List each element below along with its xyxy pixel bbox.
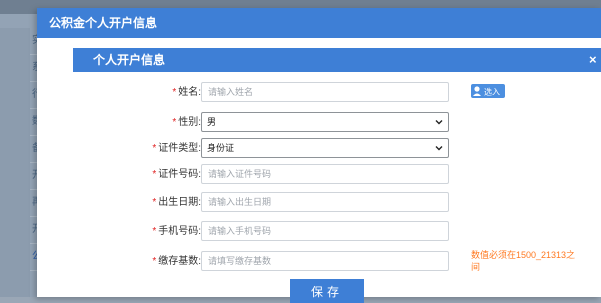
id-type-row: * 证件类型: 身份证 — [73, 138, 601, 160]
id-number-label: * 证件号码: — [152, 164, 201, 186]
deposit-base-label-text: 缴存基数: — [158, 256, 201, 267]
name-row: *姓名: 选入 — [73, 82, 601, 104]
background-strip — [0, 28, 30, 297]
id-type-select[interactable]: 身份证 — [201, 138, 449, 158]
deposit-base-label: * 缴存基数: — [152, 251, 201, 273]
required-mark: * — [152, 226, 157, 237]
chevron-down-icon — [435, 146, 443, 151]
chevron-down-icon — [435, 120, 443, 125]
gender-select-box[interactable]: 男 — [201, 112, 449, 132]
gender-select[interactable]: 男 — [201, 112, 449, 132]
import-button-label: 选入 — [484, 87, 500, 97]
phone-input[interactable] — [201, 221, 449, 241]
required-mark: * — [152, 143, 157, 154]
id-type-label: * 证件类型: — [152, 138, 201, 160]
name-label: * 姓名: — [172, 82, 201, 104]
deposit-base-row: *缴存基数: 数值必须在1500_21313之间 — [73, 250, 601, 273]
birth-date-row: * 出生日期: — [73, 192, 601, 214]
gender-label: * 性别: — [172, 112, 201, 134]
id-type-select-box[interactable]: 身份证 — [201, 138, 449, 158]
required-mark: * — [152, 197, 157, 208]
inner-dialog-title: 个人开户信息 — [93, 53, 166, 67]
deposit-base-hint: 数值必须在1500_21313之间 — [471, 250, 576, 272]
phone-row: * 手机号码: — [73, 221, 601, 243]
close-icon[interactable]: × — [589, 48, 601, 72]
gender-label-text: 性别: — [178, 117, 201, 128]
name-label-text: 姓名: — [178, 87, 201, 98]
birth-date-label-text: 出生日期: — [158, 197, 201, 208]
birth-date-input[interactable] — [201, 192, 449, 212]
phone-label-text: 手机号码: — [158, 226, 201, 237]
gender-select-value: 男 — [207, 117, 217, 127]
id-type-select-value: 身份证 — [207, 143, 235, 153]
phone-label: * 手机号码: — [152, 221, 201, 243]
import-button[interactable]: 选入 — [471, 84, 505, 98]
inner-dialog: 个人开户信息 × *姓名: 选入 *性别: 男 — [73, 48, 601, 303]
id-type-label-text: 证件类型: — [158, 143, 201, 154]
required-mark: * — [152, 169, 157, 180]
id-number-input[interactable] — [201, 164, 449, 184]
required-mark: * — [152, 256, 157, 267]
deposit-base-input[interactable] — [201, 251, 449, 271]
outer-dialog: 公积金个人开户信息 个人开户信息 × *姓名: 选入 *性别: — [37, 8, 601, 303]
save-button[interactable]: 保存 — [290, 279, 364, 303]
name-input[interactable] — [201, 82, 449, 102]
user-import-icon: 选入 — [471, 84, 505, 98]
required-mark: * — [172, 87, 177, 98]
inner-dialog-header: 个人开户信息 × — [73, 48, 601, 72]
required-mark: * — [172, 117, 177, 128]
outer-dialog-title: 公积金个人开户信息 — [37, 8, 601, 38]
id-number-row: * 证件号码: — [73, 164, 601, 186]
gender-row: * 性别: 男 — [73, 112, 601, 134]
id-number-label-text: 证件号码: — [158, 169, 201, 180]
birth-date-label: * 出生日期: — [152, 192, 201, 214]
